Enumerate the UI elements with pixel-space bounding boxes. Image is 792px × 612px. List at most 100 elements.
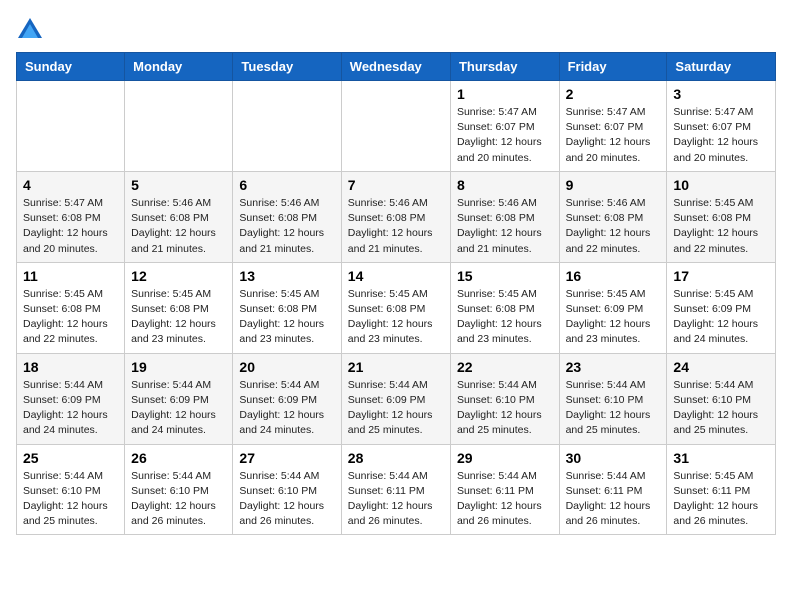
calendar-cell: 31 Sunrise: 5:45 AM Sunset: 6:11 PM Dayli… [667, 444, 776, 535]
day-header-friday: Friday [559, 53, 667, 81]
day-number: 8 [457, 177, 553, 193]
day-info: Sunrise: 5:44 AM Sunset: 6:09 PM Dayligh… [239, 378, 334, 439]
day-header-wednesday: Wednesday [341, 53, 450, 81]
day-number: 11 [23, 268, 118, 284]
day-number: 5 [131, 177, 226, 193]
calendar-cell: 6Sunrise: 5:46 AM Sunset: 6:08 PM Daylig… [233, 171, 341, 262]
day-number: 7 [348, 177, 444, 193]
day-header-monday: Monday [125, 53, 233, 81]
day-info: Sunrise: 5:44 AM Sunset: 6:09 PM Dayligh… [23, 378, 118, 439]
calendar-cell: 15 Sunrise: 5:45 AM Sunset: 6:08 PM Dayli… [450, 262, 559, 353]
calendar-cell: 28 Sunrise: 5:44 AM Sunset: 6:11 PM Dayli… [341, 444, 450, 535]
day-info: Sunrise: 5:45 AM Sunset: 6:09 PM Dayligh… [566, 287, 661, 348]
day-info: Sunrise: 5:45 AM Sunset: 6:08 PM Dayligh… [239, 287, 334, 348]
day-info: Sunrise: 5:44 AM Sunset: 6:10 PM Dayligh… [131, 469, 226, 530]
calendar-cell: 27 Sunrise: 5:44 AM Sunset: 6:10 PM Dayli… [233, 444, 341, 535]
calendar-week-row: 25 Sunrise: 5:44 AM Sunset: 6:10 PM Dayli… [17, 444, 776, 535]
day-info: Sunrise: 5:45 AM Sunset: 6:09 PM Dayligh… [673, 287, 769, 348]
calendar-cell: 18 Sunrise: 5:44 AM Sunset: 6:09 PM Dayli… [17, 353, 125, 444]
day-header-thursday: Thursday [450, 53, 559, 81]
calendar-cell: 10 Sunrise: 5:45 AM Sunset: 6:08 PM Dayli… [667, 171, 776, 262]
day-info: Sunrise: 5:46 AM Sunset: 6:08 PM Dayligh… [566, 196, 661, 257]
calendar-cell: 26Sunrise: 5:44 AM Sunset: 6:10 PM Dayli… [125, 444, 233, 535]
day-info: Sunrise: 5:45 AM Sunset: 6:08 PM Dayligh… [673, 196, 769, 257]
day-number: 24 [673, 359, 769, 375]
day-info: Sunrise: 5:44 AM Sunset: 6:10 PM Dayligh… [23, 469, 118, 530]
logo [16, 16, 48, 44]
calendar-cell: 21 Sunrise: 5:44 AM Sunset: 6:09 PM Dayli… [341, 353, 450, 444]
calendar-cell [233, 81, 341, 172]
calendar-cell: 4 Sunrise: 5:47 AM Sunset: 6:08 PM Daylig… [17, 171, 125, 262]
day-number: 1 [457, 86, 553, 102]
calendar-cell: 14 Sunrise: 5:45 AM Sunset: 6:08 PM Dayli… [341, 262, 450, 353]
calendar-cell: 9 Sunrise: 5:46 AM Sunset: 6:08 PM Daylig… [559, 171, 667, 262]
day-number: 9 [566, 177, 661, 193]
page-header [16, 16, 776, 44]
calendar-cell: 30 Sunrise: 5:44 AM Sunset: 6:11 PM Dayli… [559, 444, 667, 535]
calendar-cell: 12Sunrise: 5:45 AM Sunset: 6:08 PM Dayli… [125, 262, 233, 353]
day-number: 31 [673, 450, 769, 466]
day-info: Sunrise: 5:45 AM Sunset: 6:08 PM Dayligh… [348, 287, 444, 348]
day-info: Sunrise: 5:46 AM Sunset: 6:08 PM Dayligh… [239, 196, 334, 257]
calendar-cell: 19Sunrise: 5:44 AM Sunset: 6:09 PM Dayli… [125, 353, 233, 444]
day-info: Sunrise: 5:44 AM Sunset: 6:09 PM Dayligh… [131, 378, 226, 439]
calendar-cell: 23Sunrise: 5:44 AM Sunset: 6:10 PM Dayli… [559, 353, 667, 444]
day-info: Sunrise: 5:44 AM Sunset: 6:10 PM Dayligh… [457, 378, 553, 439]
day-info: Sunrise: 5:44 AM Sunset: 6:09 PM Dayligh… [348, 378, 444, 439]
logo-icon [16, 16, 44, 44]
day-info: Sunrise: 5:44 AM Sunset: 6:11 PM Dayligh… [566, 469, 661, 530]
day-number: 17 [673, 268, 769, 284]
day-number: 14 [348, 268, 444, 284]
day-header-tuesday: Tuesday [233, 53, 341, 81]
calendar-cell: 17 Sunrise: 5:45 AM Sunset: 6:09 PM Dayli… [667, 262, 776, 353]
calendar-cell: 20 Sunrise: 5:44 AM Sunset: 6:09 PM Dayli… [233, 353, 341, 444]
day-number: 15 [457, 268, 553, 284]
calendar-cell: 22 Sunrise: 5:44 AM Sunset: 6:10 PM Dayli… [450, 353, 559, 444]
calendar-cell: 1Sunrise: 5:47 AM Sunset: 6:07 PM Daylig… [450, 81, 559, 172]
day-number: 25 [23, 450, 118, 466]
calendar-cell: 13 Sunrise: 5:45 AM Sunset: 6:08 PM Dayli… [233, 262, 341, 353]
day-number: 4 [23, 177, 118, 193]
day-info: Sunrise: 5:46 AM Sunset: 6:08 PM Dayligh… [131, 196, 226, 257]
calendar-header-row: SundayMondayTuesdayWednesdayThursdayFrid… [17, 53, 776, 81]
day-number: 12 [131, 268, 226, 284]
day-number: 28 [348, 450, 444, 466]
day-info: Sunrise: 5:47 AM Sunset: 6:07 PM Dayligh… [566, 105, 661, 166]
calendar-cell: 29Sunrise: 5:44 AM Sunset: 6:11 PM Dayli… [450, 444, 559, 535]
day-number: 21 [348, 359, 444, 375]
calendar-cell: 24 Sunrise: 5:44 AM Sunset: 6:10 PM Dayli… [667, 353, 776, 444]
day-info: Sunrise: 5:47 AM Sunset: 6:08 PM Dayligh… [23, 196, 118, 257]
day-number: 20 [239, 359, 334, 375]
calendar-cell [17, 81, 125, 172]
day-number: 22 [457, 359, 553, 375]
calendar-week-row: 1 Sunrise: 5:47 AM Sunset: 6:07 PM Daylig… [17, 81, 776, 172]
day-info: Sunrise: 5:44 AM Sunset: 6:10 PM Dayligh… [673, 378, 769, 439]
calendar-cell [341, 81, 450, 172]
calendar-cell: 16Sunrise: 5:45 AM Sunset: 6:09 PM Dayli… [559, 262, 667, 353]
calendar-week-row: 18 Sunrise: 5:44 AM Sunset: 6:09 PM Dayli… [17, 353, 776, 444]
calendar-cell: 7Sunrise: 5:46 AM Sunset: 6:08 PM Daylig… [341, 171, 450, 262]
day-header-saturday: Saturday [667, 53, 776, 81]
day-info: Sunrise: 5:44 AM Sunset: 6:11 PM Dayligh… [348, 469, 444, 530]
day-number: 2 [566, 86, 661, 102]
day-number: 29 [457, 450, 553, 466]
day-number: 13 [239, 268, 334, 284]
calendar-cell: 3Sunrise: 5:47 AM Sunset: 6:07 PM Daylig… [667, 81, 776, 172]
day-number: 3 [673, 86, 769, 102]
day-number: 18 [23, 359, 118, 375]
day-info: Sunrise: 5:44 AM Sunset: 6:10 PM Dayligh… [239, 469, 334, 530]
day-info: Sunrise: 5:44 AM Sunset: 6:10 PM Dayligh… [566, 378, 661, 439]
calendar-cell [125, 81, 233, 172]
calendar-cell: 2 Sunrise: 5:47 AM Sunset: 6:07 PM Daylig… [559, 81, 667, 172]
day-info: Sunrise: 5:45 AM Sunset: 6:08 PM Dayligh… [23, 287, 118, 348]
day-number: 27 [239, 450, 334, 466]
day-info: Sunrise: 5:45 AM Sunset: 6:11 PM Dayligh… [673, 469, 769, 530]
day-info: Sunrise: 5:45 AM Sunset: 6:08 PM Dayligh… [457, 287, 553, 348]
day-number: 10 [673, 177, 769, 193]
calendar-week-row: 11 Sunrise: 5:45 AM Sunset: 6:08 PM Dayli… [17, 262, 776, 353]
calendar-week-row: 4 Sunrise: 5:47 AM Sunset: 6:08 PM Daylig… [17, 171, 776, 262]
day-header-sunday: Sunday [17, 53, 125, 81]
day-number: 30 [566, 450, 661, 466]
calendar-cell: 11 Sunrise: 5:45 AM Sunset: 6:08 PM Dayli… [17, 262, 125, 353]
calendar-cell: 8Sunrise: 5:46 AM Sunset: 6:08 PM Daylig… [450, 171, 559, 262]
